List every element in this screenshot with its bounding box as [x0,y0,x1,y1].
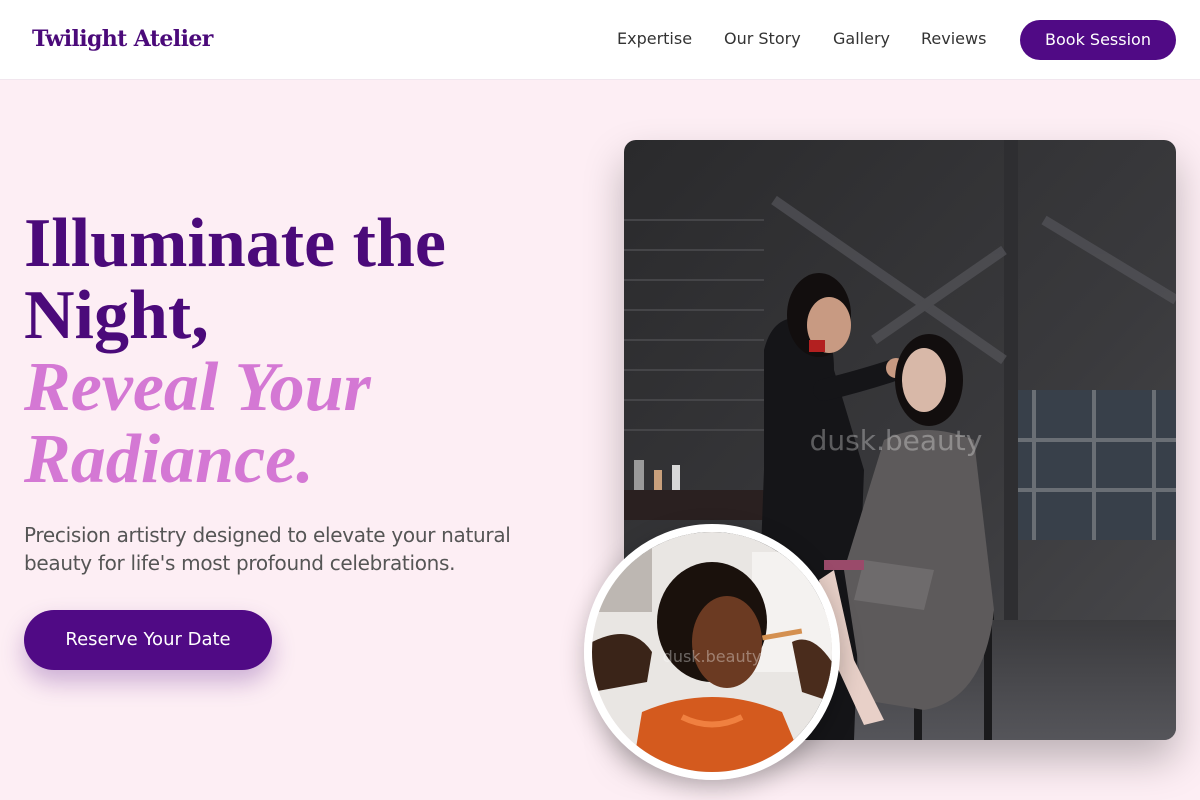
hero-title-line-1: Illuminate the [24,205,446,282]
site-header: Twilight Atelier Expertise Our Story Gal… [0,0,1200,80]
bridal-makeup-photo: dusk.beauty [592,532,832,772]
round-photo-watermark: dusk.beauty [663,647,762,666]
brand-logo[interactable]: Twilight Atelier [32,26,213,52]
hero-accent-line-2: Radiance. [24,421,314,498]
hero-subtitle: Precision artistry designed to elevate y… [24,523,511,575]
nav-link-gallery[interactable]: Gallery [833,29,890,48]
hero-title: Illuminate the Night, Reveal Your Radian… [24,208,584,496]
reserve-date-button[interactable]: Reserve Your Date [24,610,272,670]
nav-link-our-story[interactable]: Our Story [724,29,801,48]
hero-accent-line-1: Reveal Your [24,349,371,426]
main-photo-watermark: dusk.beauty [810,424,983,457]
nav-link-expertise[interactable]: Expertise [617,29,692,48]
hero-title-line-2: Night, [24,277,209,354]
book-session-button[interactable]: Book Session [1020,20,1176,60]
nav-link-reviews[interactable]: Reviews [921,29,986,48]
hero-round-photo: dusk.beauty [584,524,840,780]
